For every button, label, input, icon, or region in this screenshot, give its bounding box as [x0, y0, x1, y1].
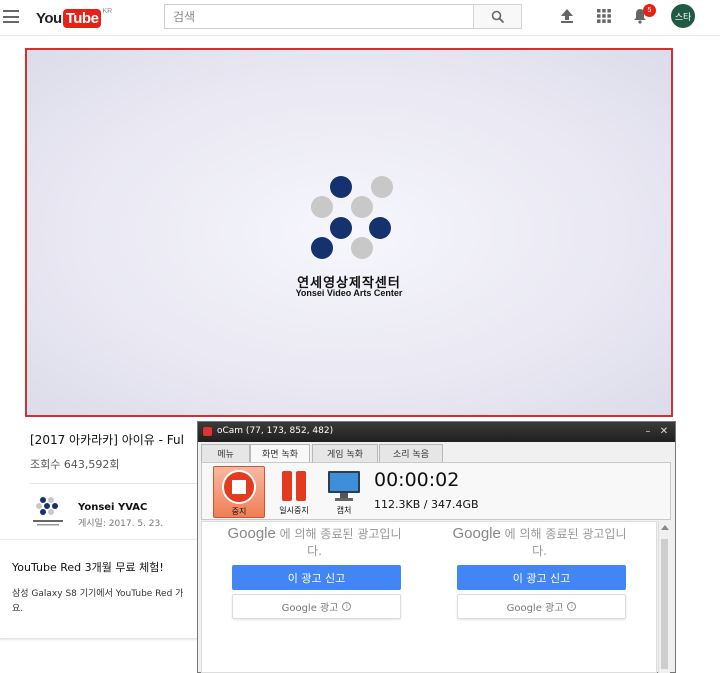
pause-button[interactable]: 일시중지	[268, 466, 320, 518]
minimize-icon[interactable]: –	[641, 424, 655, 438]
yvac-logo-icon	[311, 173, 393, 263]
ocam-title: oCam (77, 173, 852, 482)	[217, 426, 334, 436]
record-timer: 00:00:02	[374, 469, 460, 491]
ad-closed-message: Google 에 의해 종료된 광고입니 다.	[202, 525, 427, 560]
divider	[30, 483, 200, 484]
youtube-logo[interactable]: You Tube KR	[36, 7, 112, 29]
ocam-titlebar[interactable]: oCam (77, 173, 852, 482) – ✕	[198, 422, 675, 442]
ad-slot: Google 에 의해 종료된 광고입니 다. 이 광고 신고 Google 광…	[427, 522, 652, 672]
google-ads-label: Google 광고	[281, 603, 339, 614]
file-size: 112.3KB / 347.4GB	[374, 498, 479, 511]
info-icon: i	[342, 602, 352, 611]
page: You Tube KR 5 스타	[0, 0, 720, 673]
menu-icon[interactable]	[3, 10, 19, 23]
avatar[interactable]: 스타	[671, 4, 695, 28]
stop-label: 중지	[231, 507, 247, 516]
ad-closed-message: Google 에 의해 종료된 광고입니 다.	[427, 525, 652, 560]
search-box	[164, 4, 474, 29]
ad-text-line: 다.	[307, 544, 322, 558]
google-ads-button[interactable]: Google 광고 i	[457, 594, 626, 619]
capture-label: 캡처	[336, 506, 352, 515]
stop-icon	[221, 469, 257, 505]
ocam-app-icon	[203, 427, 212, 436]
upload-icon[interactable]	[557, 6, 577, 26]
ad-text-line: 에 의해 종료된 광고입니	[500, 527, 627, 541]
video-player[interactable]: 연세영상제작센터 Yonsei Video Arts Center	[25, 48, 673, 417]
ad-slot: Google 에 의해 종료된 광고입니 다. 이 광고 신고 Google 광…	[202, 522, 427, 672]
ad-text-line: 에 의해 종료된 광고입니	[275, 527, 402, 541]
report-ad-button[interactable]: 이 광고 신고	[457, 565, 626, 590]
youtube-header: You Tube KR 5 스타	[0, 0, 720, 36]
video-title: [2017 아카라카] 아이유 - Ful	[30, 433, 184, 447]
scrollbar[interactable]	[658, 521, 670, 673]
promo-desc-line: 삼성 Galaxy S8 기기에서 YouTube Red 가	[12, 589, 184, 599]
ad-brand: Google	[227, 525, 276, 542]
record-panel: 중지 일시중지 캡처 00:00:02 112.3KB / 347.4GB	[201, 462, 671, 520]
stop-button[interactable]: 중지	[213, 466, 265, 518]
notification-badge: 5	[643, 4, 656, 17]
info-icon: i	[567, 602, 577, 611]
promo-card[interactable]: YouTube Red 3개월 무료 체험! 삼성 Galaxy S8 기기에서…	[0, 539, 200, 639]
search-icon	[491, 10, 504, 23]
pause-icon	[276, 468, 312, 504]
google-ads-button[interactable]: Google 광고 i	[232, 594, 401, 619]
channel-avatar[interactable]	[31, 495, 65, 529]
video-logo-subtitle: Yonsei Video Arts Center	[295, 288, 403, 298]
search-button[interactable]	[473, 4, 522, 29]
close-icon[interactable]: ✕	[657, 424, 671, 438]
tab-screen-record[interactable]: 화면 녹화	[250, 444, 310, 463]
promo-description: 삼성 Galaxy S8 기기에서 YouTube Red 가 요.	[12, 587, 200, 617]
ad-text-line: 다.	[532, 544, 547, 558]
capture-button[interactable]: 캡처	[318, 466, 370, 518]
google-ads-label: Google 광고	[506, 603, 564, 614]
pause-label: 일시중지	[279, 506, 309, 515]
apps-grid-icon[interactable]	[594, 6, 614, 26]
ad-brand: Google	[452, 525, 501, 542]
tab-menu[interactable]: 메뉴	[201, 444, 250, 463]
tab-audio-record[interactable]: 소리 녹음	[379, 444, 443, 463]
ocam-window: oCam (77, 173, 852, 482) – ✕ 메뉴 화면 녹화 게임…	[197, 421, 676, 673]
search-input[interactable]	[165, 5, 473, 28]
scroll-up-icon[interactable]	[661, 525, 669, 530]
channel-name[interactable]: Yonsei YVAC	[78, 502, 147, 513]
tab-game-record[interactable]: 게임 녹화	[312, 444, 378, 463]
logo-region: KR	[102, 8, 113, 15]
scroll-thumb[interactable]	[661, 539, 668, 669]
promo-title: YouTube Red 3개월 무료 체험!	[12, 561, 164, 574]
monitor-icon	[326, 468, 362, 504]
view-count: 조회수 643,592회	[30, 458, 120, 471]
logo-you-text: You	[36, 9, 62, 27]
report-ad-button[interactable]: 이 광고 신고	[232, 565, 401, 590]
promo-desc-line: 요.	[12, 604, 24, 614]
ocam-tabs: 메뉴 화면 녹화 게임 녹화 소리 녹음	[198, 444, 675, 463]
publish-date: 게시일: 2017. 5. 23.	[78, 519, 164, 529]
ad-area: Google 에 의해 종료된 광고입니 다. 이 광고 신고 Google 광…	[201, 521, 657, 673]
logo-tube-text: Tube	[62, 8, 102, 28]
